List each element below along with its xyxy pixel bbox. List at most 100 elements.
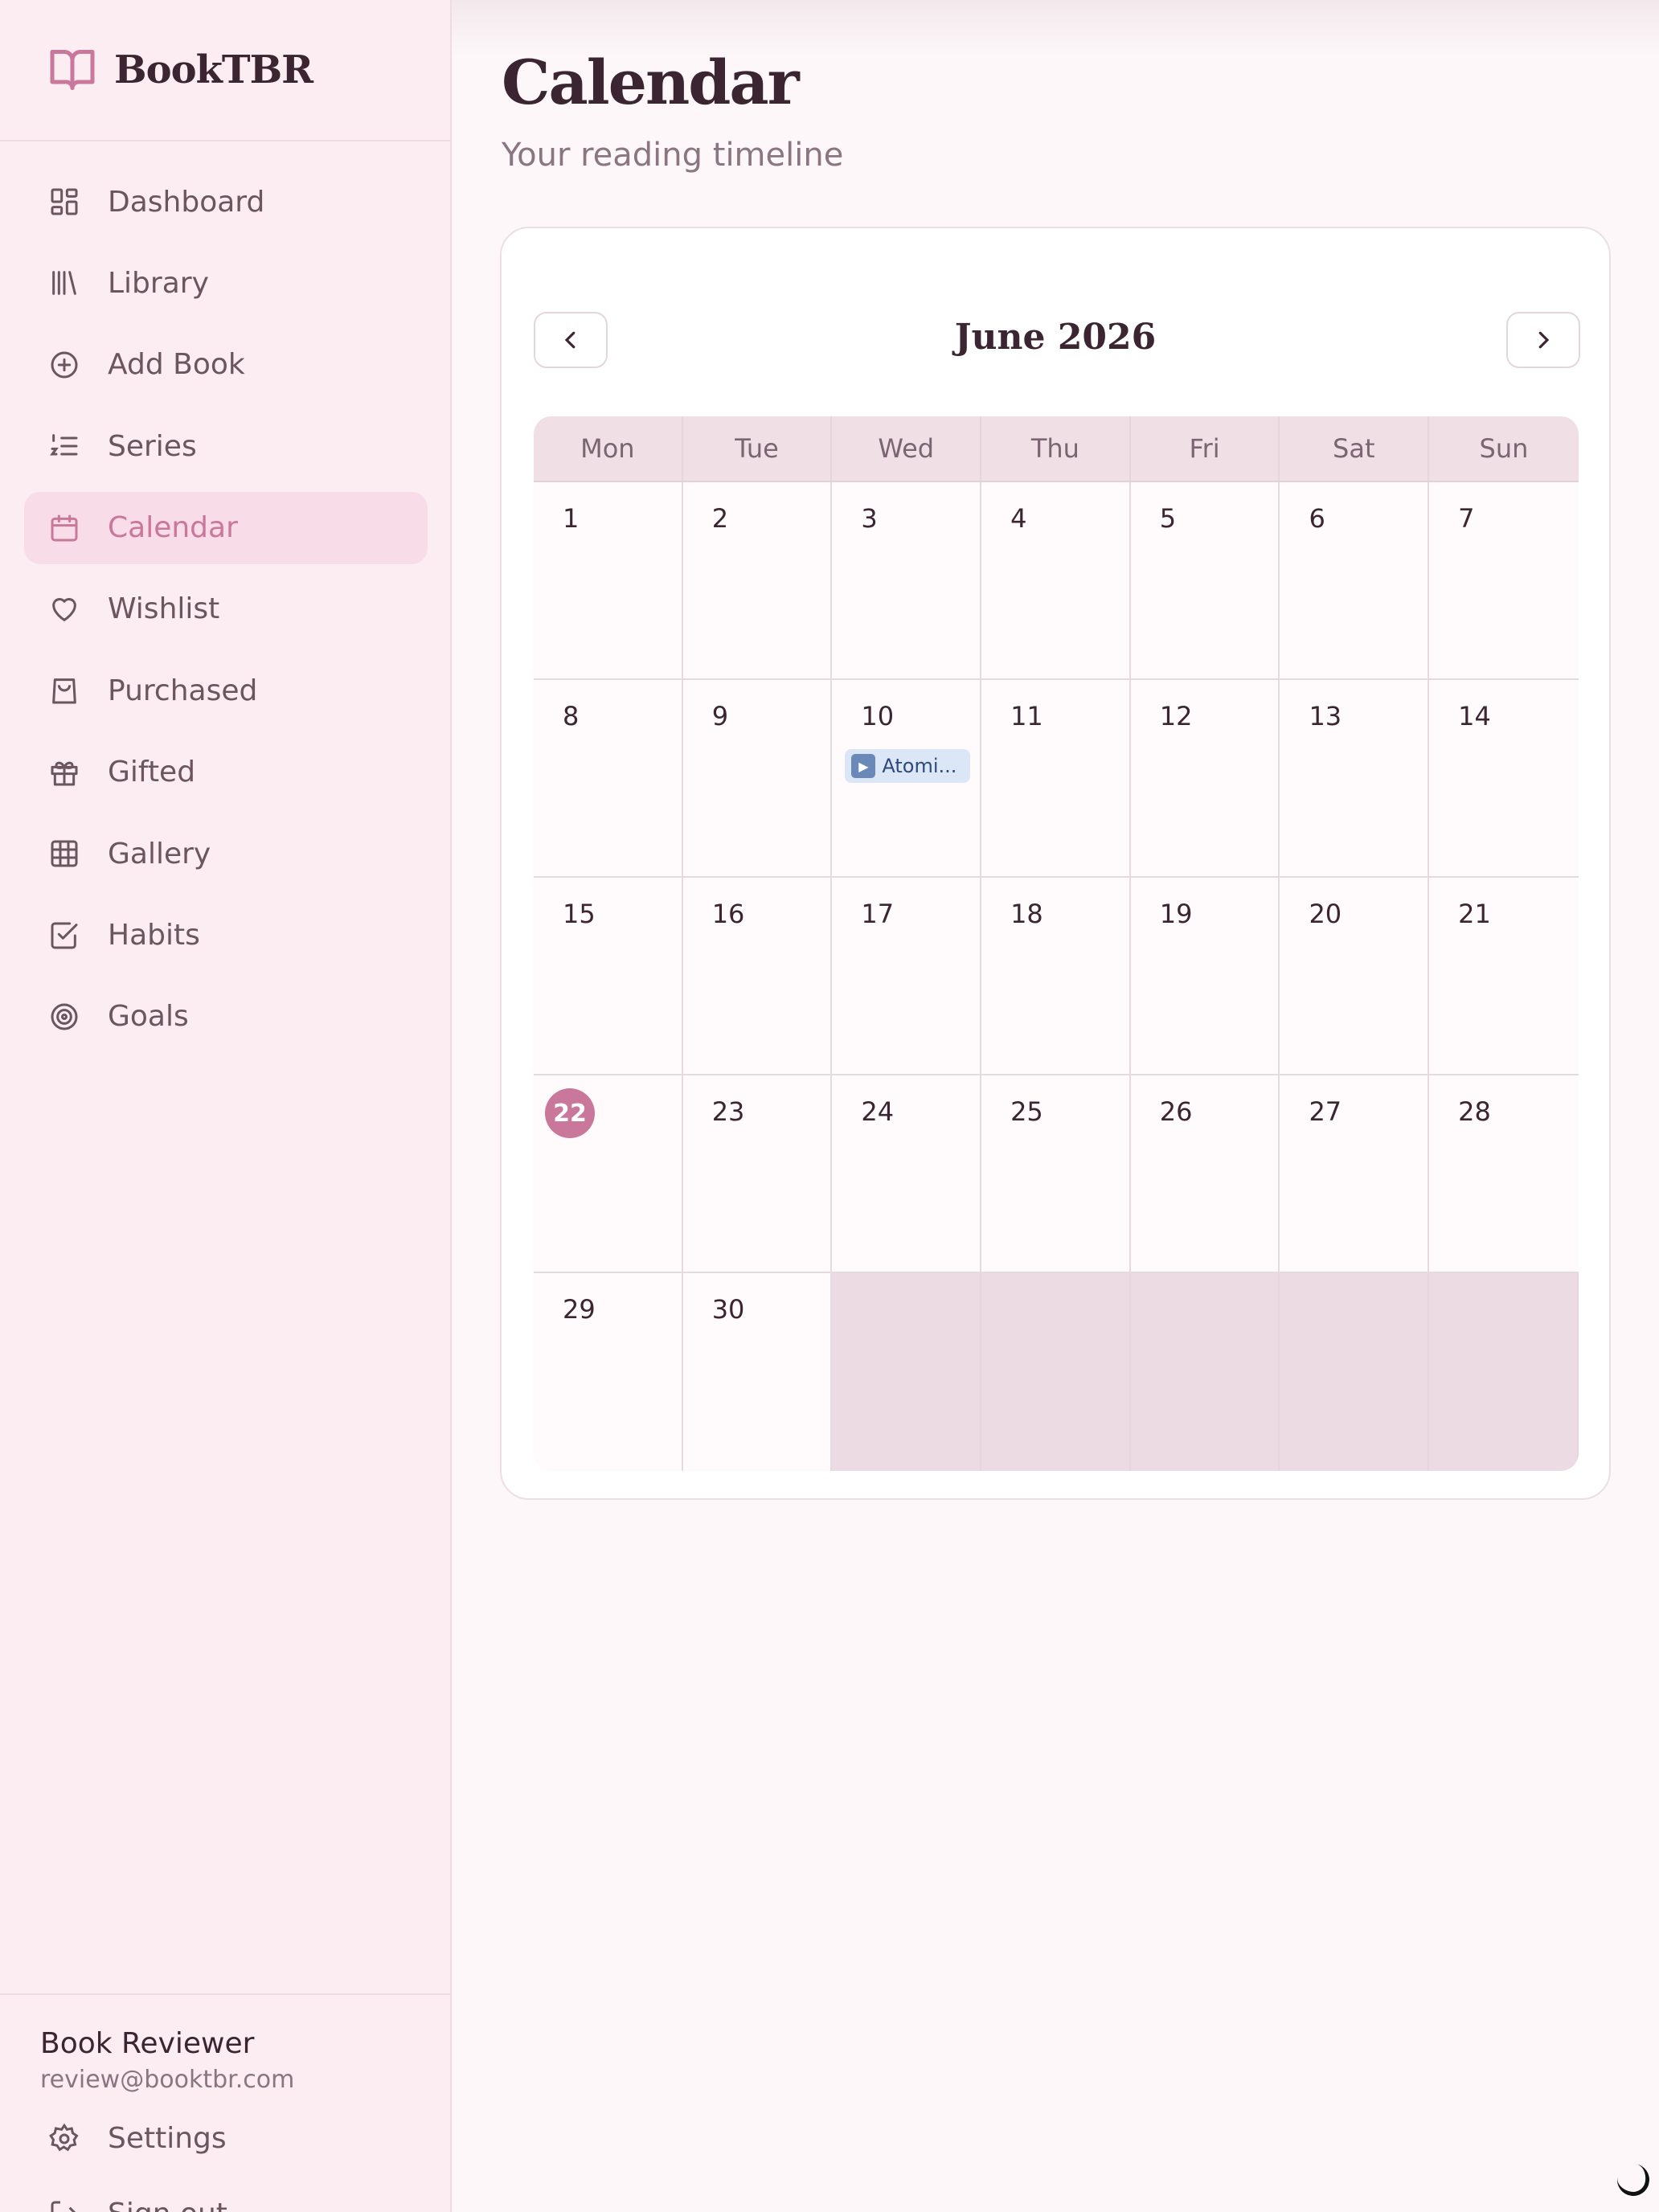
gear-icon [48, 2123, 80, 2155]
weekday-header: Mon Tue Wed Thu Fri Sat Sun [534, 416, 1579, 482]
day-number: 30 [711, 1294, 745, 1325]
shopping-bag-icon [48, 674, 80, 707]
calendar-day[interactable]: 28 [1429, 1075, 1579, 1272]
day-number: 29 [563, 1294, 596, 1325]
calendar-day[interactable]: 19 [1130, 878, 1280, 1074]
target-icon [48, 1001, 80, 1033]
weekday-label: Tue [683, 416, 833, 481]
calendar-day[interactable]: 8 [534, 680, 683, 876]
sidebar-item-label: Add Book [108, 348, 245, 382]
calendar-day[interactable]: 23 [682, 1075, 833, 1272]
page-subtitle: Your reading timeline [502, 137, 844, 174]
day-number: 26 [1159, 1096, 1193, 1127]
user-name: Book Reviewer [40, 2027, 255, 2060]
calendar-day[interactable]: 9 [682, 680, 833, 876]
sidebar-item-label: Library [108, 266, 209, 300]
day-number: 6 [1309, 503, 1325, 534]
day-number: 3 [861, 503, 878, 534]
calendar-day[interactable]: 10 ▶ Atomi... [832, 680, 982, 876]
day-number: 13 [1309, 701, 1342, 731]
calendar-day[interactable]: 2 [682, 482, 833, 678]
sidebar-item-wishlist[interactable]: Wishlist [24, 573, 428, 645]
day-number: 23 [711, 1096, 745, 1127]
sidebar-item-calendar[interactable]: Calendar [24, 491, 428, 564]
day-number: 10 [861, 701, 895, 731]
sidebar-item-purchased[interactable]: Purchased [24, 654, 428, 727]
weekday-label: Thu [981, 416, 1131, 481]
day-number: 15 [563, 899, 596, 929]
day-number: 24 [861, 1096, 895, 1127]
settings-link[interactable]: Settings [48, 2122, 227, 2155]
sidebar-item-label: Dashboard [108, 185, 265, 219]
settings-label: Settings [108, 2122, 227, 2155]
weekday-label: Wed [832, 416, 982, 481]
sidebar-item-label: Gifted [108, 756, 196, 789]
calendar-event[interactable]: ▶ Atomi... [845, 749, 971, 783]
day-number: 19 [1159, 899, 1193, 929]
calendar-day[interactable]: 21 [1429, 878, 1579, 1074]
day-number: 12 [1159, 701, 1193, 731]
book-open-icon [48, 47, 96, 92]
check-square-icon [48, 920, 80, 952]
calendar-day[interactable]: 20 [1280, 878, 1430, 1074]
brand[interactable]: BookTBR [0, 0, 450, 141]
calendar-day[interactable]: 24 [832, 1075, 982, 1272]
calendar-day[interactable]: 1 [534, 482, 683, 678]
sidebar-item-add-book[interactable]: Add Book [24, 329, 428, 401]
calendar-grid: Mon Tue Wed Thu Fri Sat Sun 1 2 3 4 5 6 … [534, 416, 1579, 1471]
day-number: 9 [711, 701, 729, 731]
signout-link[interactable]: Sign out [48, 2198, 227, 2212]
calendar-day[interactable]: 29 [534, 1273, 683, 1471]
calendar-day[interactable]: 6 [1280, 482, 1430, 678]
calendar-day[interactable]: 11 [981, 680, 1131, 876]
sidebar-item-habits[interactable]: Habits [24, 899, 428, 972]
calendar-day[interactable]: 15 [534, 878, 683, 1074]
user-email: review@booktbr.com [40, 2066, 295, 2094]
calendar-day[interactable]: 26 [1130, 1075, 1280, 1272]
calendar-day-empty [1280, 1273, 1430, 1471]
day-number: 8 [563, 701, 580, 731]
dashboard-icon [48, 186, 80, 218]
sidebar-item-goals[interactable]: Goals [24, 981, 428, 1053]
day-number: 18 [1010, 899, 1043, 929]
calendar-day[interactable]: 4 [981, 482, 1131, 678]
calendar-day[interactable]: 14 [1429, 680, 1579, 876]
calendar-day-today[interactable]: 22 [534, 1075, 683, 1272]
calendar-day[interactable]: 16 [682, 878, 833, 1074]
sidebar-nav: Dashboard Library Add Book Series Calend… [24, 166, 428, 1062]
month-label: June 2026 [954, 317, 1157, 358]
next-month-button[interactable] [1506, 312, 1580, 368]
calendar-day[interactable]: 30 [682, 1273, 833, 1471]
calendar-week: 1 2 3 4 5 6 7 [534, 482, 1579, 680]
calendar-day[interactable]: 17 [832, 878, 982, 1074]
calendar-icon [48, 512, 80, 544]
day-number: 25 [1010, 1096, 1043, 1127]
weekday-label: Fri [1131, 416, 1280, 481]
gift-icon [48, 756, 80, 789]
calendar-day[interactable]: 5 [1130, 482, 1280, 678]
calendar-day[interactable]: 12 [1130, 680, 1280, 876]
calendar-day[interactable]: 13 [1280, 680, 1430, 876]
calendar-day[interactable]: 25 [981, 1075, 1131, 1272]
sidebar-item-series[interactable]: Series [24, 410, 428, 482]
sidebar-item-gallery[interactable]: Gallery [24, 817, 428, 890]
sidebar-item-label: Goals [108, 1000, 189, 1034]
calendar-day[interactable]: 27 [1280, 1075, 1430, 1272]
day-number: 20 [1309, 899, 1342, 929]
event-label: Atomi... [882, 755, 957, 777]
calendar-day[interactable]: 7 [1429, 482, 1579, 678]
day-number: 17 [861, 899, 895, 929]
calendar-day[interactable]: 3 [832, 482, 982, 678]
calendar-day-empty [832, 1273, 982, 1471]
day-number: 28 [1458, 1096, 1491, 1127]
sidebar-item-gifted[interactable]: Gifted [24, 736, 428, 809]
sidebar-item-label: Wishlist [108, 592, 220, 626]
play-icon: ▶ [851, 754, 876, 778]
sidebar-item-library[interactable]: Library [24, 247, 428, 319]
calendar-day[interactable]: 18 [981, 878, 1131, 1074]
sidebar-item-dashboard[interactable]: Dashboard [24, 166, 428, 238]
weekday-label: Sat [1280, 416, 1430, 481]
calendar-week: 29 30 [534, 1273, 1579, 1471]
calendar-day-empty [981, 1273, 1131, 1471]
day-number: 2 [711, 503, 729, 534]
